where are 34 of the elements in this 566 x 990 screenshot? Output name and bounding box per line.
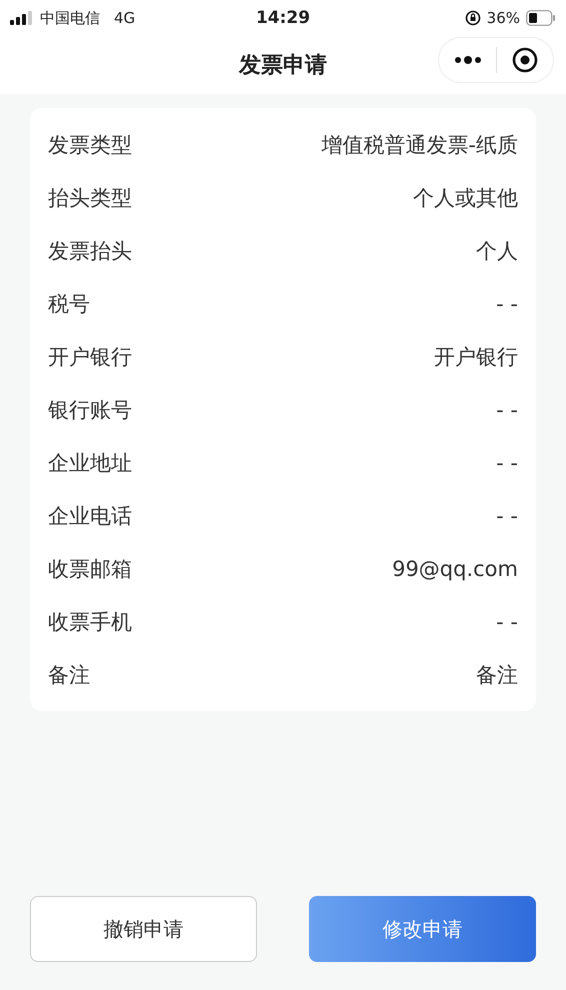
field-value: - - bbox=[496, 610, 518, 634]
field-value: 99@qq.com bbox=[392, 556, 518, 580]
field-value: - - bbox=[496, 504, 518, 528]
field-value: 个人 bbox=[476, 238, 518, 264]
field-label: 发票抬头 bbox=[48, 238, 132, 264]
field-value: 备注 bbox=[476, 662, 518, 688]
battery-percent: 36% bbox=[486, 9, 520, 27]
field-label: 银行账号 bbox=[48, 396, 132, 424]
field-value: 开户银行 bbox=[434, 344, 518, 370]
field-label: 备注 bbox=[48, 662, 90, 688]
field-label: 抬头类型 bbox=[48, 184, 132, 212]
field-label: 收票邮箱 bbox=[48, 556, 132, 582]
more-icon[interactable] bbox=[454, 55, 482, 65]
page-title: 发票申请 bbox=[239, 52, 327, 80]
status-time: 14:29 bbox=[256, 8, 310, 28]
field-label: 收票手机 bbox=[48, 608, 132, 636]
field-label: 发票类型 bbox=[48, 132, 132, 158]
network-type: 4G bbox=[114, 9, 136, 27]
field-label: 企业电话 bbox=[48, 502, 132, 530]
field-value: - - bbox=[496, 292, 518, 316]
field-label: 开户银行 bbox=[48, 344, 132, 370]
field-value: - - bbox=[496, 450, 518, 474]
edit-button[interactable]: 修改申请 bbox=[309, 896, 536, 962]
battery-icon bbox=[526, 10, 556, 26]
field-value: 增值税普通发票-纸质 bbox=[321, 132, 518, 158]
field-label: 税号 bbox=[48, 290, 90, 318]
cancel-button[interactable]: 撤销申请 bbox=[30, 896, 257, 962]
signal-icon bbox=[10, 11, 34, 25]
carrier-name: 中国电信 bbox=[40, 8, 100, 28]
rotation-lock-icon bbox=[464, 10, 481, 26]
field-value: - - bbox=[496, 398, 518, 422]
field-value: 个人或其他 bbox=[413, 184, 518, 212]
close-icon[interactable] bbox=[512, 47, 538, 73]
field-label: 企业地址 bbox=[48, 450, 132, 476]
